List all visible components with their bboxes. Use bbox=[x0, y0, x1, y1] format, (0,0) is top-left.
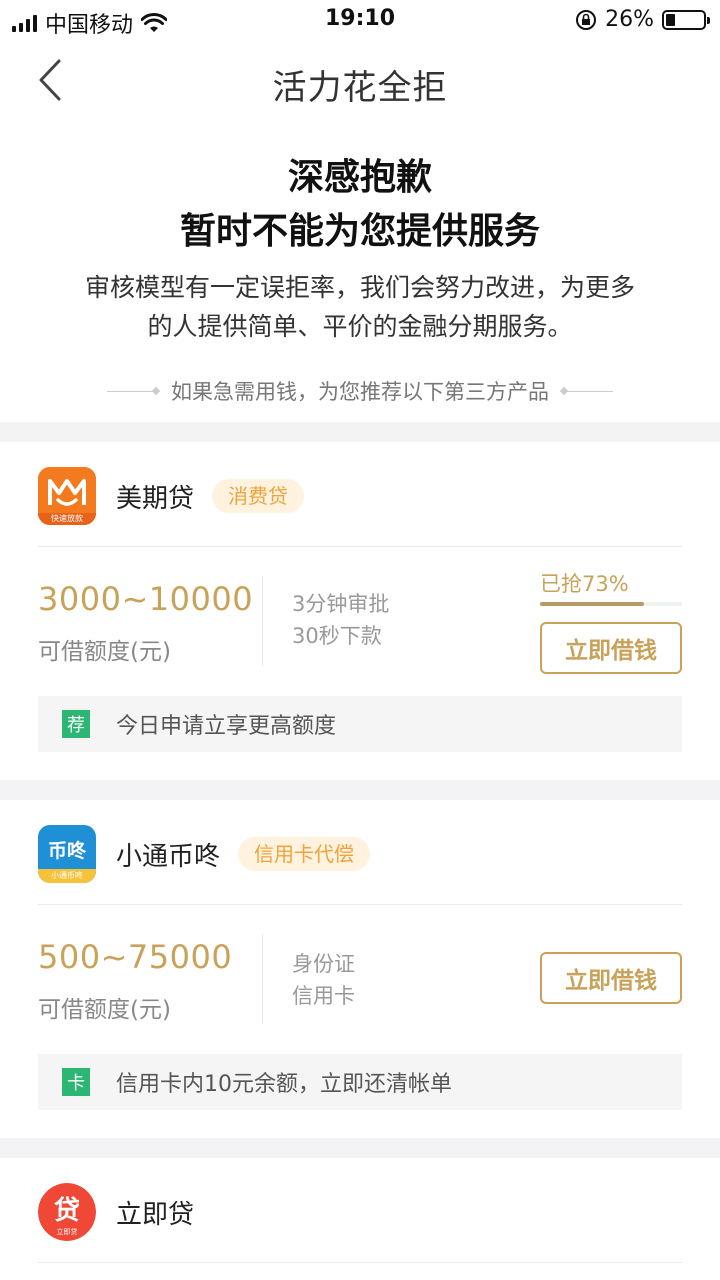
grabbed-progress-fill bbox=[540, 602, 644, 606]
vertical-separator bbox=[262, 934, 263, 1024]
product-name: 小通币咚 bbox=[116, 841, 221, 872]
feature-item: 身份证 bbox=[292, 952, 355, 976]
product-name: 美期贷 bbox=[116, 483, 195, 514]
promo-banner[interactable]: 卡 信用卡内10元余额，立即还清帐单 bbox=[38, 1054, 682, 1110]
card-separator bbox=[38, 904, 682, 905]
product-card-meiqidai[interactable]: 快速放款 美期贷 消费贷 3000~10000 可借额度(元) 3分钟审批 30… bbox=[0, 442, 720, 780]
feature-item: 信用卡 bbox=[292, 984, 355, 1008]
card-badge: 卡 bbox=[62, 1068, 90, 1096]
logo-caption: 立即贷 bbox=[56, 1228, 78, 1236]
grabbed-percent: 已抢73% bbox=[540, 572, 629, 596]
card-separator bbox=[38, 1262, 682, 1263]
nav-bar: 活力花全拒 bbox=[0, 44, 720, 120]
status-right: 26% bbox=[575, 7, 710, 32]
logo-caption: 小通币咚 bbox=[38, 869, 96, 883]
promo-banner[interactable]: 荐 今日申请立享更高额度 bbox=[38, 696, 682, 752]
recommend-badge: 荐 bbox=[62, 710, 90, 738]
meiqidai-logo: 快速放款 bbox=[38, 467, 96, 525]
recommend-divider: 如果急需用钱，为您推荐以下第三方产品 bbox=[0, 376, 720, 406]
divider-line-right bbox=[567, 390, 613, 392]
feature-item: 3分钟审批 bbox=[292, 592, 390, 616]
loan-amount: 3000~10000 bbox=[38, 580, 254, 618]
feature-item: 30秒下款 bbox=[292, 624, 382, 648]
product-card-xiaotongbidong[interactable]: 币咚 小通币咚 小通币咚 信用卡代偿 500~75000 可借额度(元) 身份证… bbox=[0, 800, 720, 1138]
grabbed-progress-bar bbox=[540, 602, 682, 606]
card-separator bbox=[38, 546, 682, 547]
page-title: 活力花全拒 bbox=[272, 68, 448, 108]
battery-icon bbox=[662, 9, 710, 30]
service-unavailable-heading: 暂时不能为您提供服务 bbox=[179, 211, 540, 252]
product-header: 币咚 小通币咚 小通币咚 信用卡代偿 bbox=[38, 824, 371, 884]
logo-text: 贷 bbox=[53, 1195, 80, 1226]
loan-amount-label: 可借额度(元) bbox=[38, 997, 171, 1023]
logo-text: 币咚 bbox=[47, 839, 86, 862]
recommend-text: 如果急需用钱，为您推荐以下第三方产品 bbox=[171, 380, 549, 404]
logo-caption: 快速放款 bbox=[51, 514, 83, 523]
product-name: 立即贷 bbox=[116, 1199, 195, 1230]
product-features: 身份证 信用卡 bbox=[292, 948, 355, 1012]
product-header: 贷 立即贷 立即贷 bbox=[38, 1182, 194, 1242]
product-header: 快速放款 美期贷 消费贷 bbox=[38, 466, 305, 526]
battery-percent: 26% bbox=[605, 7, 654, 32]
product-tag: 信用卡代偿 bbox=[238, 837, 371, 871]
vertical-separator bbox=[262, 576, 263, 666]
loan-amount: 500~75000 bbox=[38, 938, 233, 976]
lijidai-logo: 贷 立即贷 bbox=[38, 1183, 96, 1241]
xiaotongbidong-logo: 币咚 小通币咚 bbox=[38, 825, 96, 883]
product-card-lijidai[interactable]: 贷 立即贷 立即贷 bbox=[0, 1158, 720, 1280]
divider-line-left bbox=[107, 390, 153, 392]
promo-text: 今日申请立享更高额度 bbox=[116, 714, 337, 739]
status-bar: 中国移动 19:10 26% bbox=[0, 0, 720, 40]
product-tag: 消费贷 bbox=[212, 479, 305, 513]
promo-text: 信用卡内10元余额，立即还清帐单 bbox=[116, 1072, 452, 1097]
section-gap bbox=[0, 1138, 720, 1158]
borrow-now-button[interactable]: 立即借钱 bbox=[540, 952, 682, 1004]
product-features: 3分钟审批 30秒下款 bbox=[292, 588, 389, 652]
loan-amount-label: 可借额度(元) bbox=[38, 639, 171, 665]
borrow-now-button[interactable]: 立即借钱 bbox=[540, 622, 682, 674]
orientation-lock-icon bbox=[576, 9, 597, 30]
notice-description: 审核模型有一定误拒率，我们会努力改进，为更多的人提供简单、平价的金融分期服务。 bbox=[84, 273, 635, 341]
section-gap bbox=[0, 780, 720, 800]
section-gap bbox=[0, 422, 720, 442]
apology-heading: 深感抱歉 bbox=[287, 157, 432, 198]
